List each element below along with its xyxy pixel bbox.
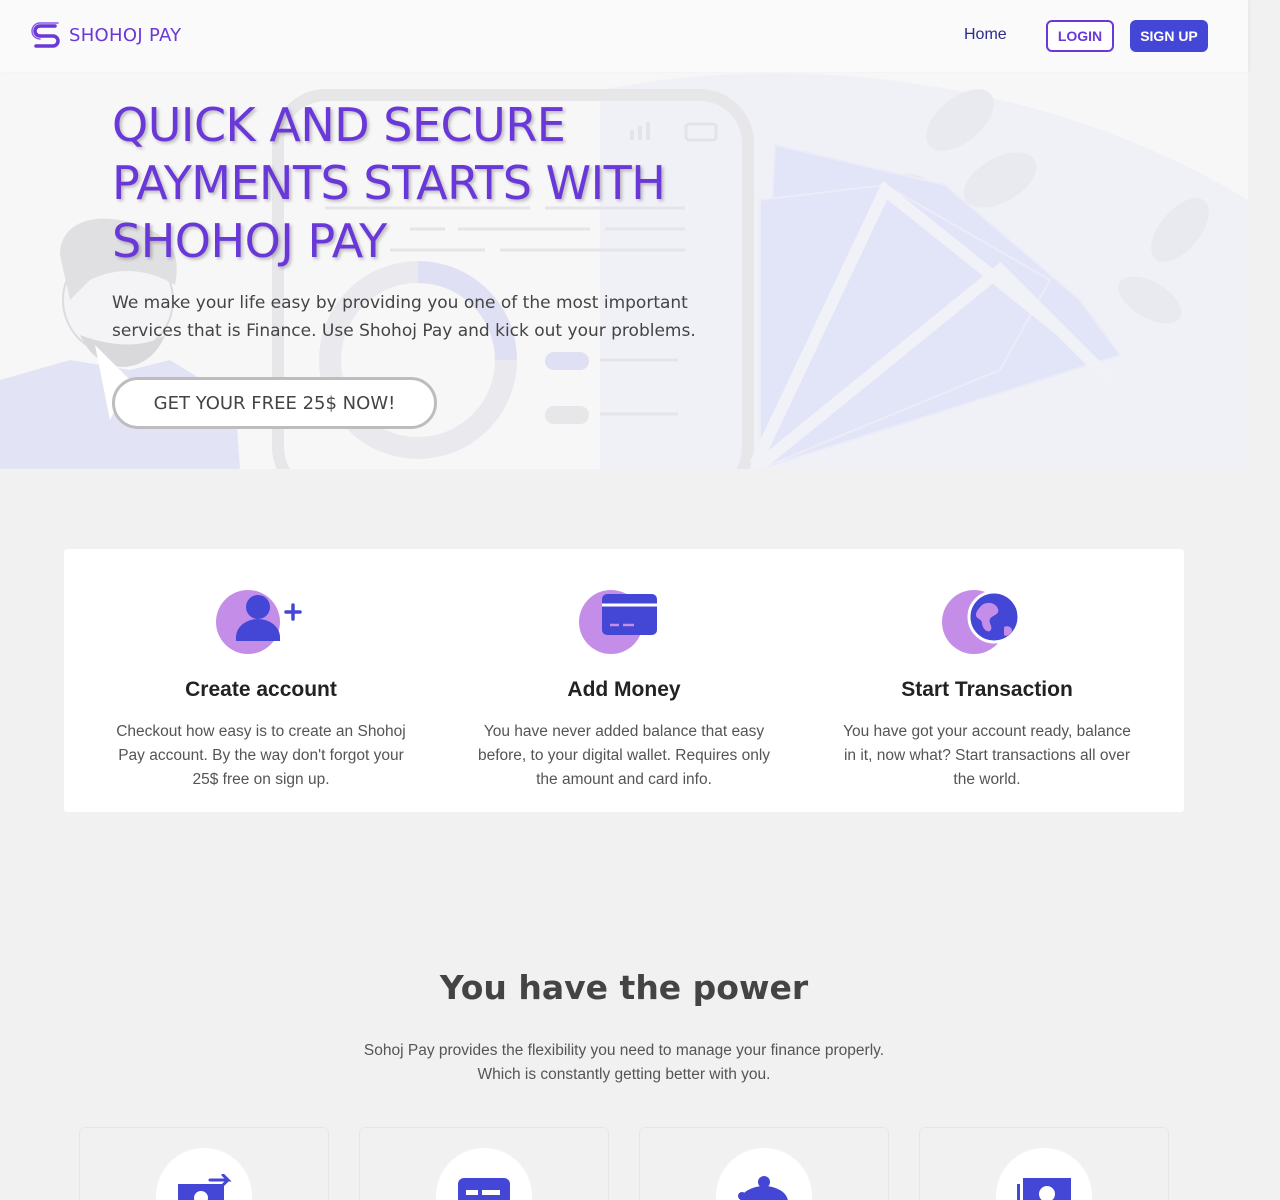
add-user-icon [216, 590, 302, 654]
features-card: Create account Checkout how easy is to c… [64, 549, 1184, 812]
s-logo-icon [31, 22, 60, 48]
power-subtitle-line-1: Sohoj Pay provides the flexibility you n… [363, 1042, 885, 1059]
power-section-title: You have the power [439, 968, 809, 1007]
money-transfer-icon [178, 1174, 232, 1200]
power-section-subtitle: Sohoj Pay provides the flexibility you n… [0, 1039, 1248, 1087]
power-card-card [359, 1127, 609, 1200]
navbar: SHOHOJ PAY Home LOGIN SIGN UP [0, 0, 1248, 72]
brand-name: SHOHOJ PAY [69, 24, 182, 46]
nav-home-link[interactable]: Home [964, 26, 1007, 44]
power-card-cash [919, 1127, 1169, 1200]
credit-card-icon [579, 590, 657, 654]
feature-title: Add Money [567, 678, 681, 701]
power-card-transfer [79, 1127, 329, 1200]
feature-text: You have got your account ready, balance… [843, 723, 1131, 788]
cash-icon [1017, 1178, 1071, 1200]
feature-text: Checkout how easy is to create an Shohoj… [116, 723, 406, 788]
login-button[interactable]: LOGIN [1046, 20, 1114, 52]
hero-subtitle: We make your life easy by providing you … [112, 293, 696, 341]
power-card-savings [639, 1127, 889, 1200]
signup-button[interactable]: SIGN UP [1130, 20, 1208, 52]
feature-title: Create account [185, 678, 337, 701]
feature-text: You have never added balance that easy b… [477, 723, 771, 788]
globe-icon [942, 590, 1021, 654]
piggy-bank-icon [738, 1176, 788, 1200]
hero-title: QUICK AND SECURE PAYMENTS STARTS WITH SH… [112, 98, 666, 268]
feature-title: Start Transaction [901, 678, 1073, 701]
brand-logo-link[interactable]: SHOHOJ PAY [31, 20, 181, 50]
power-subtitle-line-2: Which is constantly getting better with … [477, 1066, 771, 1083]
card-icon [458, 1178, 510, 1200]
free-bonus-cta-button[interactable]: GET YOUR FREE 25$ NOW! [112, 377, 437, 429]
